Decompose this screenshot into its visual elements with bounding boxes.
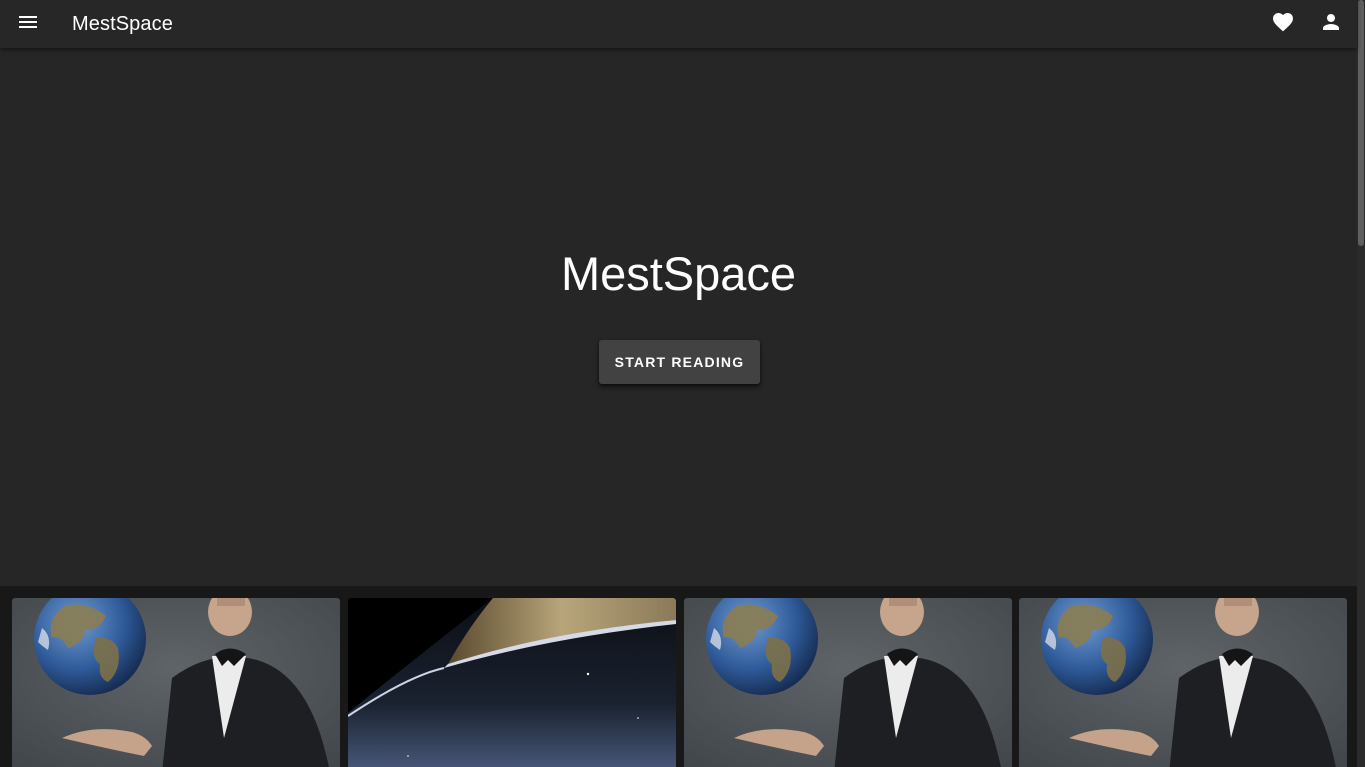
menu-icon <box>16 10 40 39</box>
app-bar: MestSpace <box>0 0 1357 48</box>
favorites-button[interactable] <box>1261 2 1305 46</box>
page-scrollbar[interactable] <box>1357 0 1365 767</box>
menu-button[interactable] <box>6 2 50 46</box>
article-card[interactable] <box>1019 598 1347 767</box>
globe-person-photo <box>684 598 1012 767</box>
page: MestSpace MestSpace START READING <box>0 0 1365 767</box>
app-title[interactable]: MestSpace <box>72 12 173 36</box>
article-card[interactable] <box>684 598 1012 767</box>
heart-icon <box>1271 10 1295 39</box>
scrollbar-thumb[interactable] <box>1358 0 1364 246</box>
account-icon <box>1319 10 1343 39</box>
start-reading-button[interactable]: START READING <box>599 340 760 384</box>
article-card[interactable] <box>12 598 340 767</box>
globe-person-photo <box>12 598 340 767</box>
planet-rings-photo <box>348 598 676 767</box>
card-strip <box>0 586 1357 767</box>
hero-title: MestSpace <box>560 247 797 300</box>
account-button[interactable] <box>1309 2 1353 46</box>
globe-person-photo <box>1019 598 1347 767</box>
article-card[interactable] <box>348 598 676 767</box>
hero-section: MestSpace START READING <box>0 48 1357 586</box>
